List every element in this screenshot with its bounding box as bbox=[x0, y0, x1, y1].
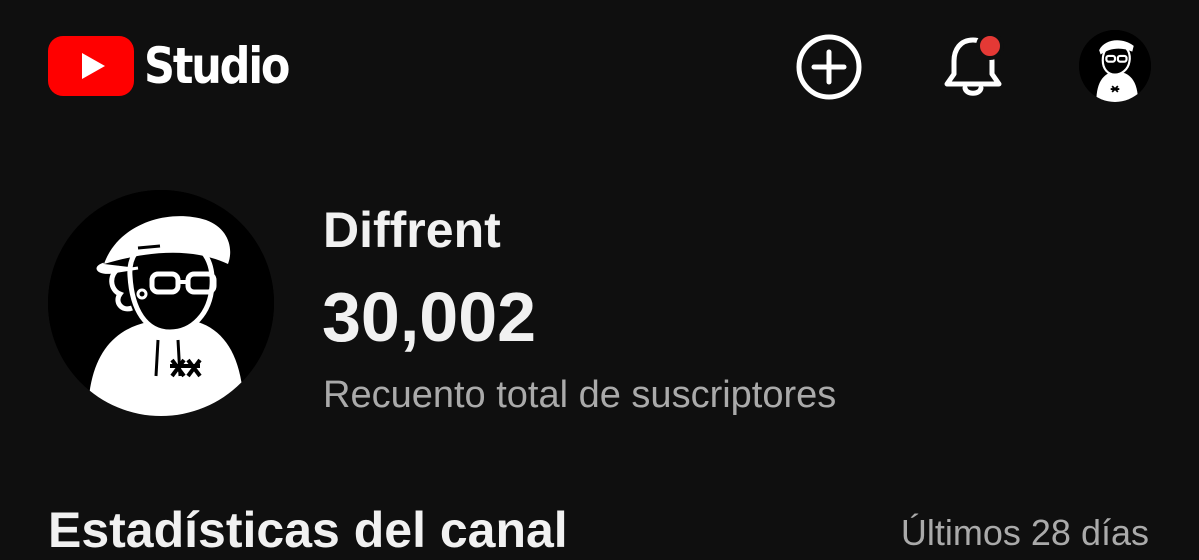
top-app-bar: Studio bbox=[0, 0, 1199, 140]
app-name: Studio bbox=[144, 37, 290, 95]
channel-stats-title: Estadísticas del canal bbox=[48, 502, 568, 558]
subscriber-caption: Recuento total de suscriptores bbox=[323, 374, 837, 416]
channel-name: Diffrent bbox=[323, 202, 501, 258]
channel-avatar-image bbox=[48, 190, 274, 416]
channel-avatar[interactable] bbox=[48, 190, 274, 416]
stats-date-range[interactable]: Últimos 28 días bbox=[901, 508, 1149, 558]
subscriber-count: 30,002 bbox=[322, 278, 537, 356]
notification-dot bbox=[976, 32, 1004, 60]
youtube-play-icon bbox=[48, 36, 134, 96]
plus-circle-icon[interactable] bbox=[795, 33, 863, 101]
youtube-studio-logo[interactable]: Studio bbox=[48, 36, 312, 96]
bell-icon[interactable] bbox=[938, 30, 1008, 102]
avatar-icon bbox=[1079, 30, 1151, 102]
account-avatar[interactable] bbox=[1079, 30, 1151, 102]
